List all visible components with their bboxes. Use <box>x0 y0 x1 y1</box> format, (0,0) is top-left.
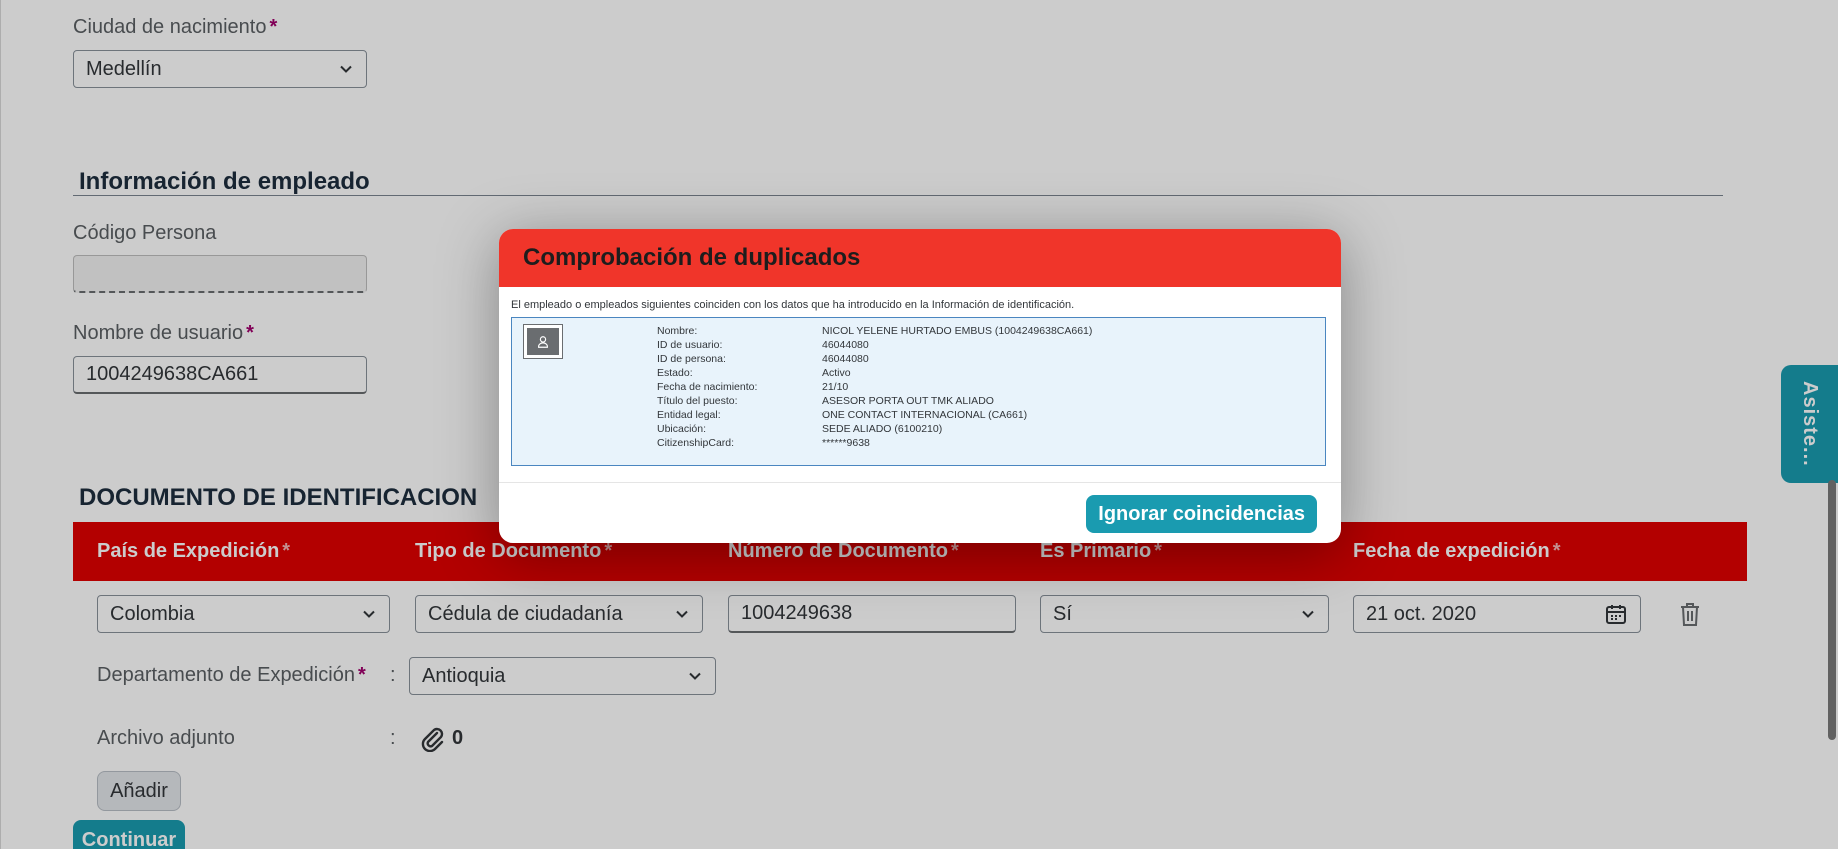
detail-key: ID de persona: <box>657 353 726 365</box>
detail-value: ASESOR PORTA OUT TMK ALIADO <box>822 395 994 407</box>
ignore-matches-button[interactable]: Ignorar coincidencias <box>1086 495 1317 533</box>
detail-row: CitizenshipCard: ******9638 <box>657 436 1092 450</box>
detail-row: Fecha de nacimiento: 21/10 <box>657 380 1092 394</box>
detail-value: ONE CONTACT INTERNACIONAL (CA661) <box>822 409 1028 421</box>
detail-key: Ubicación: <box>657 423 707 435</box>
detail-key: Entidad legal: <box>657 409 721 421</box>
detail-row: Ubicación: SEDE ALIADO (6100210) <box>657 422 1092 436</box>
detail-value: 46044080 <box>822 339 869 351</box>
detail-value: SEDE ALIADO (6100210) <box>822 423 943 435</box>
detail-row: Título del puesto: ASESOR PORTA OUT TMK A… <box>657 394 1092 408</box>
detail-row: ID de usuario: 46044080 <box>657 338 1092 352</box>
detail-key: CitizenshipCard: <box>657 437 735 449</box>
duplicate-check-dialog: Comprobación de duplicados El empleado o… <box>499 229 1341 543</box>
detail-row: Estado: Activo <box>657 366 1092 380</box>
avatar <box>523 324 563 359</box>
detail-row: ID de persona: 46044080 <box>657 352 1092 366</box>
detail-value: ******9638 <box>822 437 870 449</box>
detail-key: Fecha de nacimiento: <box>657 381 758 393</box>
detail-key: ID de usuario: <box>657 339 723 351</box>
detail-value: 21/10 <box>822 381 849 393</box>
detail-row: Nombre: NICOL YELENE HURTADO EMBUS (10042… <box>657 324 1092 338</box>
detail-key: Estado: <box>657 367 693 379</box>
dialog-footer: Ignorar coincidencias <box>499 482 1341 543</box>
dialog-body: El empleado o empleados siguientes coinc… <box>499 287 1341 466</box>
detail-value: NICOL YELENE HURTADO EMBUS (1004249638CA… <box>822 325 1093 337</box>
dialog-header: Comprobación de duplicados <box>499 229 1341 287</box>
detail-key: Título del puesto: <box>657 395 738 407</box>
duplicate-match-card[interactable]: Nombre: NICOL YELENE HURTADO EMBUS (10042… <box>511 317 1326 466</box>
match-details: Nombre: NICOL YELENE HURTADO EMBUS (10042… <box>657 324 1092 450</box>
dialog-title: Comprobación de duplicados <box>523 244 861 271</box>
dialog-intro-text: El empleado o empleados siguientes coinc… <box>511 299 1075 311</box>
detail-value: Activo <box>822 367 851 379</box>
person-placeholder-icon <box>527 328 559 355</box>
detail-key: Nombre: <box>657 325 698 337</box>
detail-value: 46044080 <box>822 353 869 365</box>
detail-row: Entidad legal: ONE CONTACT INTERNACIONAL … <box>657 408 1092 422</box>
